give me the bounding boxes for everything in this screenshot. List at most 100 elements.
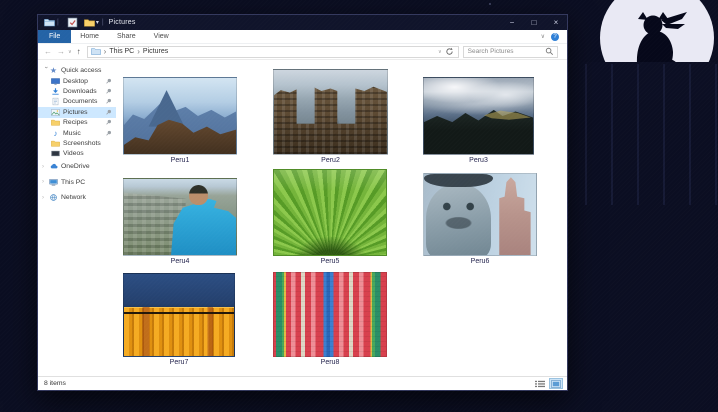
chevron-collapsed-icon[interactable]: › [42, 195, 49, 201]
thumbnail-view-icon[interactable] [549, 378, 563, 389]
help-icon[interactable]: ? [551, 32, 559, 41]
file-tile: Peru5 [273, 169, 387, 266]
thumbnail-art-layer [274, 170, 386, 255]
sidebar-item-label: Documents [63, 98, 98, 106]
folder-icon [51, 139, 60, 148]
items-count: 8 items [44, 380, 66, 387]
file-item-peru7[interactable]: Peru7 [123, 266, 273, 367]
recent-locations-icon[interactable]: ∨ [68, 49, 72, 55]
ribbon-tab-strip: File Home Share View ∨ ? [38, 30, 567, 44]
thumbnail-art-layer [274, 273, 386, 356]
breadcrumb-segment-pictures[interactable]: Pictures [143, 48, 168, 55]
pin-icon [105, 130, 112, 137]
sidebar-item-label: This PC [61, 178, 86, 186]
file-item-peru5[interactable]: Peru5 [273, 165, 423, 266]
search-input[interactable] [463, 48, 545, 55]
file-thumbnail [273, 69, 388, 155]
thumbnail-art-layer [274, 70, 387, 154]
sidebar-item-screenshots[interactable]: Screenshots [38, 138, 116, 148]
window-title: Pictures [108, 19, 136, 26]
file-list: Peru1 Peru2 Peru3 Peru4 Peru5 Peru6 Peru7 Peru8 [116, 60, 567, 376]
file-item-peru2[interactable]: Peru2 [273, 64, 423, 165]
sidebar-item-videos[interactable]: Videos [38, 149, 116, 159]
sidebar-item-label: Recipes [63, 119, 88, 127]
qat-dropdown-icon[interactable]: ▾ [96, 19, 99, 26]
file-tile: Peru1 [123, 77, 237, 165]
sidebar-item-this-pc[interactable]: › This PC [38, 175, 116, 191]
expand-ribbon-icon[interactable]: ∨ [541, 33, 545, 40]
chevron-collapsed-icon[interactable]: › [42, 164, 49, 170]
forward-button[interactable]: → [57, 47, 65, 56]
file-name: Peru5 [320, 258, 340, 265]
tab-file[interactable]: File [38, 30, 72, 43]
location-folder-icon [90, 47, 101, 56]
thumbnail-art-layer [499, 177, 531, 255]
file-item-peru4[interactable]: Peru4 [123, 165, 273, 266]
address-bar-right: ∨ [435, 47, 455, 56]
chevron-expanded-icon[interactable]: › [43, 67, 49, 74]
file-item-peru1[interactable]: Peru1 [123, 64, 273, 165]
file-name: Peru3 [469, 157, 488, 164]
file-tile: Peru3 [423, 77, 534, 165]
file-thumbnail [123, 273, 235, 357]
tab-share[interactable]: Share [108, 30, 145, 43]
separator: | [101, 19, 104, 26]
file-item-peru8[interactable]: Peru8 [273, 266, 423, 367]
sidebar-item-recipes[interactable]: Recipes [38, 118, 116, 128]
sidebar-item-label: Network [61, 194, 86, 202]
properties-icon[interactable] [67, 17, 78, 28]
sidebar-item-onedrive[interactable]: › OneDrive [38, 159, 116, 175]
search-box[interactable] [462, 45, 558, 58]
thumbnail-art-layer [124, 311, 234, 315]
file-tile: Peru2 [273, 69, 388, 165]
file-explorer-window: | ▾ | Pictures − □ × File Home Share View ∨… [37, 14, 568, 391]
search-icon[interactable] [545, 47, 554, 56]
sidebar-item-quick-access[interactable]: › ★ Quick access [38, 64, 116, 76]
file-name: Peru1 [170, 157, 190, 164]
details-view-icon[interactable] [533, 378, 547, 389]
address-bar-row: ← → ∨ ↑ › This PC › Pictures ∨ [38, 44, 567, 60]
minimize-button[interactable]: − [501, 15, 523, 30]
sidebar-item-label: Videos [63, 150, 84, 158]
file-item-peru6[interactable]: Peru6 [423, 165, 567, 266]
file-item-peru3[interactable]: Peru3 [423, 64, 567, 165]
refresh-icon[interactable] [445, 47, 455, 56]
back-button[interactable]: ← [44, 47, 52, 56]
file-thumbnail [273, 272, 387, 357]
new-folder-icon[interactable] [84, 18, 95, 28]
file-tile: Peru8 [273, 272, 387, 367]
onedrive-icon [49, 162, 58, 171]
sidebar-item-downloads[interactable]: Downloads [38, 86, 116, 96]
breadcrumb-separator: › [137, 46, 140, 56]
ribbon-right-controls: ∨ ? [541, 30, 567, 43]
maximize-button[interactable]: □ [523, 15, 545, 30]
address-dropdown-icon[interactable]: ∨ [438, 49, 442, 55]
tab-view[interactable]: View [145, 30, 178, 43]
close-button[interactable]: × [545, 15, 567, 30]
window-controls: − □ × [501, 15, 567, 30]
tab-home[interactable]: Home [71, 30, 108, 43]
sidebar-item-documents[interactable]: Documents [38, 97, 116, 107]
pin-icon [105, 119, 112, 126]
file-name: Peru4 [170, 258, 190, 265]
titlebar[interactable]: | ▾ | Pictures − □ × [38, 15, 567, 30]
breadcrumb-separator: › [103, 46, 107, 56]
ninja-cat-moon-wallpaper [583, 0, 718, 205]
file-name: Peru2 [321, 157, 340, 164]
videos-icon [51, 149, 60, 158]
sidebar-item-pictures[interactable]: Pictures [38, 107, 116, 118]
breadcrumb-segment-this-pc[interactable]: This PC [109, 48, 134, 55]
sidebar-item-desktop[interactable]: Desktop [38, 76, 116, 86]
breadcrumb: › This PC › Pictures [101, 47, 169, 57]
address-bar[interactable]: › This PC › Pictures ∨ [86, 45, 459, 58]
this-pc-icon [49, 178, 58, 187]
chevron-collapsed-icon[interactable]: › [42, 179, 49, 185]
file-tile: Peru6 [423, 173, 537, 266]
sidebar-item-network[interactable]: › Network [38, 190, 116, 206]
star-icon: ★ [49, 65, 58, 75]
sidebar-item-music[interactable]: ♪ Music [38, 128, 116, 138]
file-thumbnail [273, 169, 387, 256]
thumbnail-art-layer [424, 174, 494, 187]
up-button[interactable]: ↑ [77, 47, 81, 56]
separator: | [57, 19, 59, 26]
